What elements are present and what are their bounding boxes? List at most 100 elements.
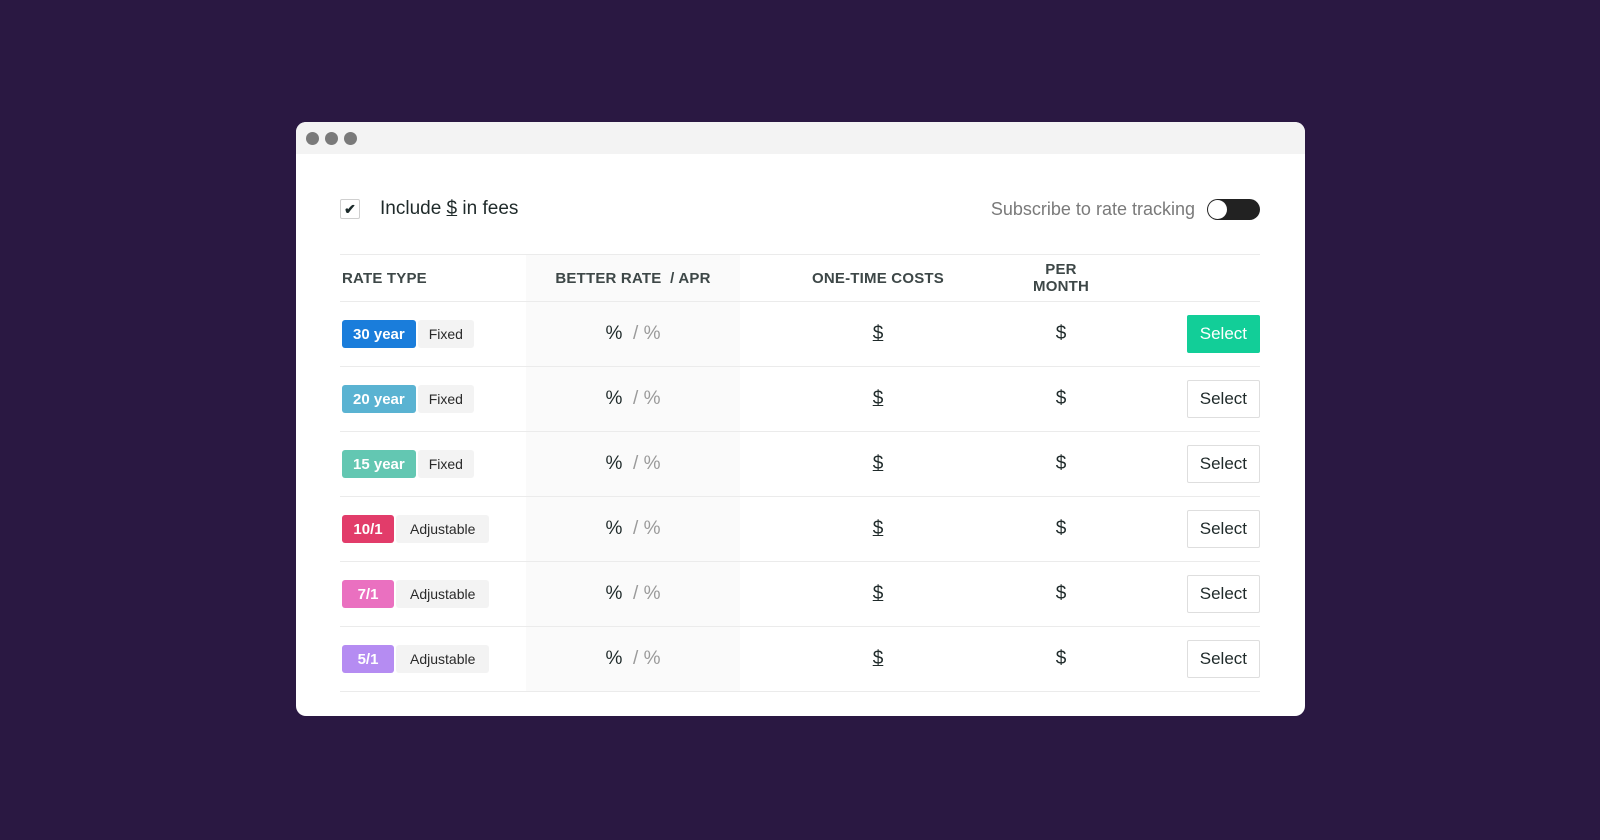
rate-kind-badge: Fixed bbox=[417, 320, 474, 348]
rate-tracking-label: Subscribe to rate tracking bbox=[990, 198, 1195, 219]
rate-separator: / bbox=[633, 518, 639, 539]
per-month-value: $ bbox=[1055, 388, 1067, 409]
header-action bbox=[1106, 254, 1260, 302]
per-month-value: $ bbox=[1055, 648, 1067, 669]
rate-type-cell: 30 year Fixed bbox=[340, 301, 526, 367]
apr-value: % bbox=[643, 648, 661, 669]
rate-kind-badge: Fixed bbox=[417, 385, 474, 413]
per-month-value: $ bbox=[1055, 518, 1067, 539]
one-time-costs-value[interactable]: $ bbox=[873, 323, 884, 344]
rate-kind-badge: Adjustable bbox=[396, 580, 490, 608]
include-fees-label: Include $ in fees bbox=[380, 198, 519, 219]
rate-type-cell: 7/1 Adjustable bbox=[340, 561, 526, 627]
rate-value: % bbox=[605, 453, 623, 474]
select-button[interactable]: Select bbox=[1186, 575, 1260, 613]
apr-value: % bbox=[643, 388, 661, 409]
one-time-costs-cell: $ bbox=[740, 366, 1016, 432]
rate-separator: / bbox=[633, 583, 639, 604]
include-fees-checkbox[interactable]: ✔ bbox=[340, 199, 360, 219]
rate-type-cell: 5/1 Adjustable bbox=[340, 626, 526, 692]
select-button[interactable]: Select bbox=[1186, 445, 1260, 483]
rates-panel: ✔ Include $ in fees Subscribe to rate tr… bbox=[340, 154, 1260, 692]
checkmark-icon: ✔ bbox=[344, 200, 356, 217]
term-badge: 5/1 bbox=[342, 645, 394, 673]
include-fees-option[interactable]: ✔ Include $ in fees bbox=[340, 198, 518, 220]
window-maximize-button[interactable] bbox=[344, 131, 357, 145]
table-row: 15 year Fixed % / % $ $ Select bbox=[340, 431, 1260, 497]
table-row: 7/1 Adjustable % / % $ $ Select bbox=[340, 561, 1260, 627]
apr-value: % bbox=[643, 453, 661, 474]
better-rate-cell: % / % bbox=[526, 366, 740, 432]
toggle-knob bbox=[1208, 199, 1227, 219]
one-time-costs-cell: $ bbox=[740, 561, 1016, 627]
better-rate-cell: % / % bbox=[526, 626, 740, 692]
title-bar bbox=[296, 122, 1305, 154]
header-rate-type: RATE TYPE bbox=[340, 254, 526, 302]
table-header-row: RATE TYPE BETTER RATE / APR ONE-TIME COS… bbox=[340, 254, 1260, 302]
one-time-costs-value[interactable]: $ bbox=[873, 453, 884, 474]
per-month-value: $ bbox=[1055, 583, 1067, 604]
header-better-rate-apr: BETTER RATE / APR bbox=[526, 254, 740, 302]
window-close-button[interactable] bbox=[306, 131, 319, 145]
better-rate-cell: % / % bbox=[526, 561, 740, 627]
action-cell: Select bbox=[1106, 561, 1260, 627]
better-rate-cell: % / % bbox=[526, 301, 740, 367]
select-button[interactable]: Select bbox=[1186, 315, 1260, 353]
per-month-cell: $ bbox=[1016, 561, 1106, 627]
per-month-value: $ bbox=[1055, 453, 1067, 474]
term-badge: 7/1 bbox=[342, 580, 394, 608]
action-cell: Select bbox=[1106, 496, 1260, 562]
one-time-costs-value[interactable]: $ bbox=[873, 518, 884, 539]
rate-value: % bbox=[605, 518, 623, 539]
per-month-value: $ bbox=[1055, 323, 1067, 344]
header-one-time-costs: ONE-TIME COSTS bbox=[740, 254, 1016, 302]
one-time-costs-value[interactable]: $ bbox=[873, 648, 884, 669]
rate-separator: / bbox=[633, 388, 639, 409]
rate-value: % bbox=[605, 388, 623, 409]
term-badge: 10/1 bbox=[342, 515, 394, 543]
rate-type-cell: 20 year Fixed bbox=[340, 366, 526, 432]
select-button[interactable]: Select bbox=[1186, 380, 1260, 418]
rate-separator: / bbox=[633, 648, 639, 669]
per-month-cell: $ bbox=[1016, 366, 1106, 432]
rate-type-cell: 10/1 Adjustable bbox=[340, 496, 526, 562]
table-row: 20 year Fixed % / % $ $ Select bbox=[340, 366, 1260, 432]
rate-tracking-toggle[interactable] bbox=[1207, 198, 1260, 220]
one-time-costs-cell: $ bbox=[740, 496, 1016, 562]
action-cell: Select bbox=[1106, 626, 1260, 692]
table-row: 10/1 Adjustable % / % $ $ Select bbox=[340, 496, 1260, 562]
action-cell: Select bbox=[1106, 366, 1260, 432]
term-badge: 15 year bbox=[342, 450, 416, 478]
per-month-cell: $ bbox=[1016, 301, 1106, 367]
apr-value: % bbox=[643, 583, 661, 604]
window-minimize-button[interactable] bbox=[325, 131, 338, 145]
rate-separator: / bbox=[633, 323, 639, 344]
rate-tracking-option: Subscribe to rate tracking bbox=[990, 198, 1260, 220]
rate-value: % bbox=[605, 583, 623, 604]
select-button[interactable]: Select bbox=[1186, 640, 1260, 678]
one-time-costs-cell: $ bbox=[740, 301, 1016, 367]
per-month-cell: $ bbox=[1016, 496, 1106, 562]
term-badge: 30 year bbox=[342, 320, 416, 348]
per-month-cell: $ bbox=[1016, 626, 1106, 692]
rates-table: RATE TYPE BETTER RATE / APR ONE-TIME COS… bbox=[340, 254, 1260, 692]
rate-value: % bbox=[605, 323, 623, 344]
one-time-costs-value[interactable]: $ bbox=[873, 583, 884, 604]
rate-separator: / bbox=[633, 453, 639, 474]
action-cell: Select bbox=[1106, 431, 1260, 497]
rate-kind-badge: Adjustable bbox=[396, 645, 490, 673]
better-rate-cell: % / % bbox=[526, 431, 740, 497]
select-button[interactable]: Select bbox=[1186, 510, 1260, 548]
rate-value: % bbox=[605, 648, 623, 669]
one-time-costs-value[interactable]: $ bbox=[873, 388, 884, 409]
per-month-cell: $ bbox=[1016, 431, 1106, 497]
better-rate-cell: % / % bbox=[526, 496, 740, 562]
one-time-costs-cell: $ bbox=[740, 431, 1016, 497]
term-badge: 20 year bbox=[342, 385, 416, 413]
options-bar: ✔ Include $ in fees Subscribe to rate tr… bbox=[340, 154, 1260, 254]
apr-value: % bbox=[643, 518, 661, 539]
one-time-costs-cell: $ bbox=[740, 626, 1016, 692]
table-row: 5/1 Adjustable % / % $ $ Select bbox=[340, 626, 1260, 692]
action-cell: Select bbox=[1106, 301, 1260, 367]
fees-currency-link[interactable]: $ bbox=[447, 198, 458, 219]
